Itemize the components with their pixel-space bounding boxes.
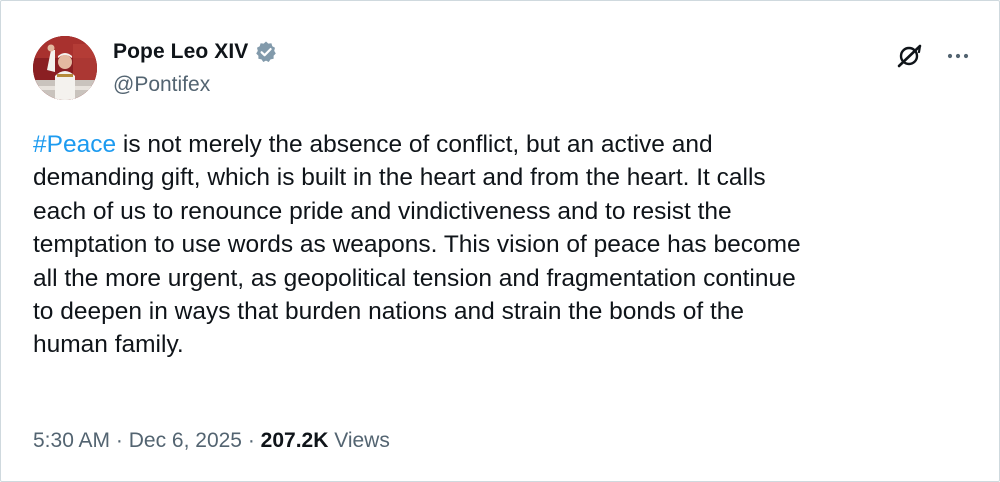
author-name-row: Pope Leo XIV (113, 37, 278, 67)
tweet-text: #Peace is not merely the absence of conf… (33, 128, 963, 362)
author-display-name[interactable]: Pope Leo XIV (113, 40, 248, 64)
verified-badge-icon[interactable] (254, 40, 278, 64)
tweet-line: #Peace is not merely the absence of conf… (33, 128, 963, 161)
tweet-date[interactable]: Dec 6, 2025 (129, 429, 242, 452)
tweet-line: human family. (33, 331, 184, 359)
tweet-meta: 5:30 AM · Dec 6, 2025 · 207.2K Views (33, 429, 390, 453)
views-label[interactable]: Views (328, 429, 390, 452)
hashtag-link[interactable]: #Peace (33, 131, 116, 158)
more-options-icon[interactable] (941, 39, 975, 73)
tweet-time[interactable]: 5:30 AM (33, 429, 110, 452)
tweet-line: to deepen in ways that burden nations an… (33, 298, 745, 326)
tweet-line-text: is not merely the absence of conflict, b… (116, 131, 713, 158)
profile-photo-icon (33, 36, 97, 100)
tweet-card: Pope Leo XIV @Pontifex #Peace is not mer… (0, 0, 1000, 482)
grok-icon[interactable] (893, 39, 927, 73)
tweet-line: demanding gift, which is built in the he… (33, 164, 766, 192)
author-handle[interactable]: @Pontifex (113, 73, 210, 97)
tweet-line: each of us to renounce pride and vindict… (33, 197, 732, 225)
tweet-line: all the more urgent, as geopolitical ten… (33, 264, 796, 292)
avatar[interactable] (33, 36, 97, 100)
tweet-line: temptation to use words as weapons. This… (33, 231, 801, 259)
views-count[interactable]: 207.2K (261, 429, 329, 452)
meta-separator: · (110, 429, 129, 452)
meta-separator: · (241, 429, 261, 452)
